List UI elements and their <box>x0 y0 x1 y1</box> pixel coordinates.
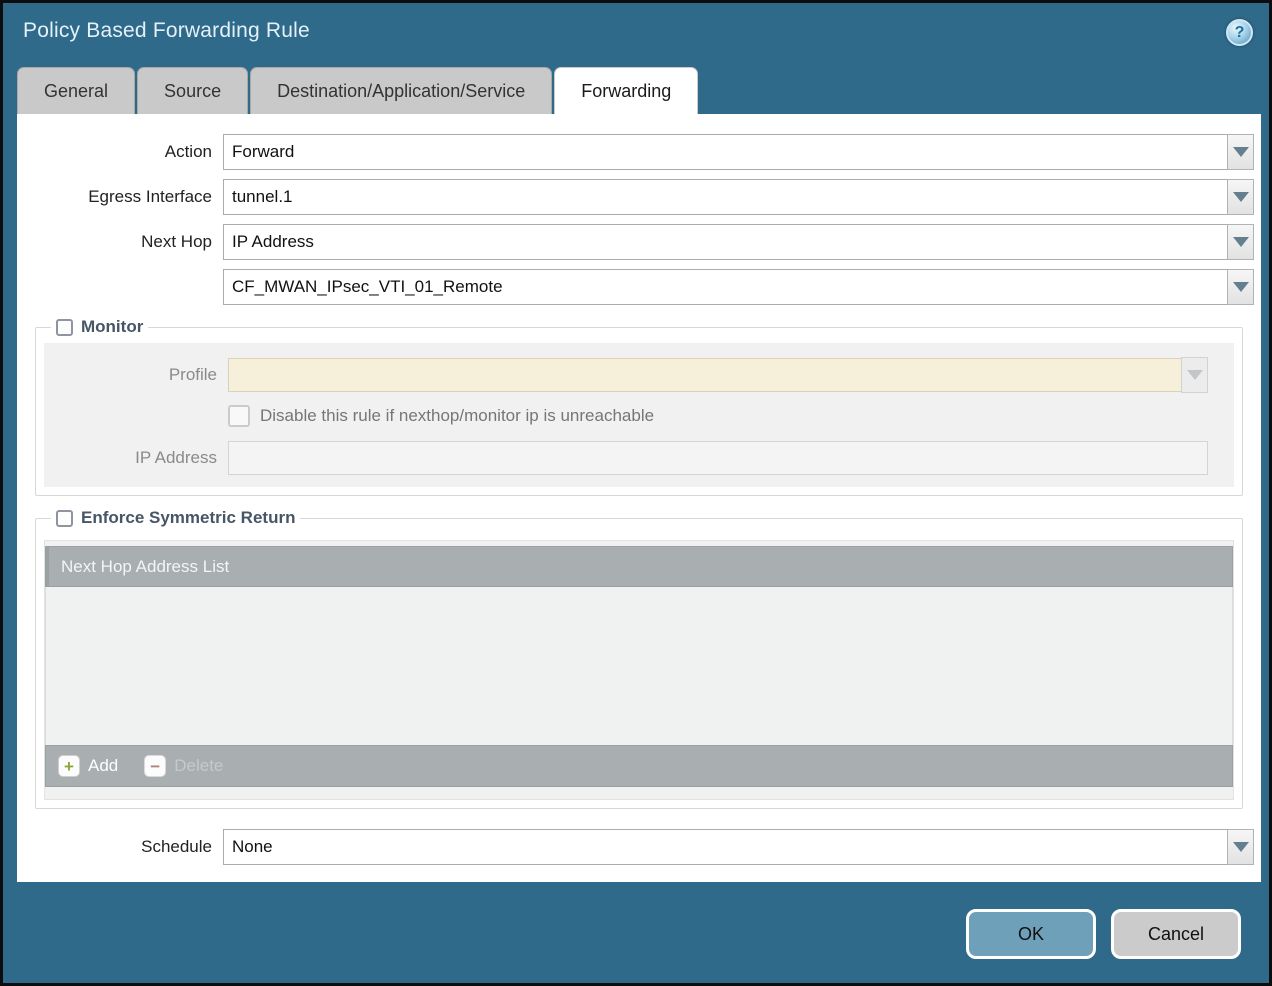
egress-interface-select[interactable]: tunnel.1 <box>223 179 1254 215</box>
monitor-legend-label: Monitor <box>81 317 143 337</box>
cancel-button[interactable]: Cancel <box>1111 909 1241 959</box>
tab-source[interactable]: Source <box>137 67 248 114</box>
next-hop-address-list-header-label: Next Hop Address List <box>61 557 229 577</box>
disable-rule-checkbox <box>228 405 250 427</box>
egress-interface-label: Egress Interface <box>17 187 223 207</box>
action-select[interactable]: Forward <box>223 134 1254 170</box>
monitor-ip-address-label: IP Address <box>44 448 228 468</box>
profile-label: Profile <box>44 365 228 385</box>
next-hop-address-list-toolbar: + Add − Delete <box>45 745 1233 787</box>
next-hop-address-row: CF_MWAN_IPsec_VTI_01_Remote <box>17 269 1254 305</box>
monitor-checkbox[interactable] <box>56 319 73 336</box>
next-hop-address-select[interactable]: CF_MWAN_IPsec_VTI_01_Remote <box>223 269 1254 305</box>
next-hop-address-list-panel: Next Hop Address List + Add − Delete <box>44 540 1234 800</box>
tab-general[interactable]: General <box>17 67 135 114</box>
delete-button: − Delete <box>144 755 223 777</box>
tab-bar: General Source Destination/Application/S… <box>3 67 1269 114</box>
disable-rule-row: Disable this rule if nexthop/monitor ip … <box>228 405 1234 427</box>
egress-interface-dropdown-button[interactable] <box>1227 179 1254 215</box>
enforce-symmetric-return-checkbox[interactable] <box>56 510 73 527</box>
next-hop-address-list-header: Next Hop Address List <box>45 546 1233 587</box>
monitor-legend: Monitor <box>51 317 148 337</box>
help-icon[interactable]: ? <box>1226 19 1253 46</box>
profile-row: Profile <box>44 357 1208 393</box>
action-label: Action <box>17 142 223 162</box>
minus-icon: − <box>144 755 166 777</box>
add-button-label: Add <box>88 756 118 776</box>
profile-select <box>228 358 1182 392</box>
enforce-symmetric-return-fieldset: Enforce Symmetric Return Next Hop Addres… <box>35 508 1243 809</box>
next-hop-address-dropdown-button[interactable] <box>1227 269 1254 305</box>
enforce-symmetric-return-legend-label: Enforce Symmetric Return <box>81 508 295 528</box>
egress-interface-row: Egress Interface tunnel.1 <box>17 179 1254 215</box>
disable-rule-label: Disable this rule if nexthop/monitor ip … <box>260 406 654 426</box>
action-row: Action Forward <box>17 134 1254 170</box>
next-hop-address-value[interactable]: CF_MWAN_IPsec_VTI_01_Remote <box>223 269 1228 305</box>
schedule-row: Schedule None <box>17 829 1254 865</box>
plus-icon: + <box>58 755 80 777</box>
monitor-fieldset: Monitor Profile Disable this rule if nex… <box>35 317 1243 496</box>
next-hop-row: Next Hop IP Address <box>17 224 1254 260</box>
chevron-down-icon <box>1187 370 1203 380</box>
monitor-ip-address-row: IP Address <box>44 441 1208 475</box>
next-hop-type-dropdown-button[interactable] <box>1227 224 1254 260</box>
action-value[interactable]: Forward <box>223 134 1228 170</box>
chevron-down-icon <box>1233 192 1249 202</box>
dialog-footer: OK Cancel <box>966 909 1241 959</box>
chevron-down-icon <box>1233 842 1249 852</box>
monitor-panel: Profile Disable this rule if nexthop/mon… <box>44 343 1234 487</box>
forwarding-tab-content: Action Forward Egress Interface tunnel.1… <box>17 114 1261 882</box>
delete-button-label: Delete <box>174 756 223 776</box>
chevron-down-icon <box>1233 147 1249 157</box>
schedule-dropdown-button[interactable] <box>1227 829 1254 865</box>
next-hop-label: Next Hop <box>17 232 223 252</box>
tab-destination-application-service[interactable]: Destination/Application/Service <box>250 67 552 114</box>
dialog-policy-based-forwarding-rule: Policy Based Forwarding Rule ? General S… <box>0 0 1272 986</box>
action-dropdown-button[interactable] <box>1227 134 1254 170</box>
schedule-select[interactable]: None <box>223 829 1254 865</box>
chevron-down-icon <box>1233 237 1249 247</box>
profile-dropdown-button <box>1181 357 1208 393</box>
ok-button[interactable]: OK <box>966 909 1096 959</box>
chevron-down-icon <box>1233 282 1249 292</box>
next-hop-type-value[interactable]: IP Address <box>223 224 1228 260</box>
next-hop-address-list-body[interactable] <box>45 587 1233 745</box>
schedule-value[interactable]: None <box>223 829 1228 865</box>
tab-forwarding[interactable]: Forwarding <box>554 67 698 114</box>
monitor-ip-address-input <box>228 441 1208 475</box>
enforce-symmetric-return-legend: Enforce Symmetric Return <box>51 508 300 528</box>
title-bar: Policy Based Forwarding Rule ? <box>3 3 1269 67</box>
egress-interface-value[interactable]: tunnel.1 <box>223 179 1228 215</box>
add-button[interactable]: + Add <box>58 755 118 777</box>
schedule-label: Schedule <box>17 837 223 857</box>
dialog-title: Policy Based Forwarding Rule <box>23 19 310 43</box>
next-hop-type-select[interactable]: IP Address <box>223 224 1254 260</box>
